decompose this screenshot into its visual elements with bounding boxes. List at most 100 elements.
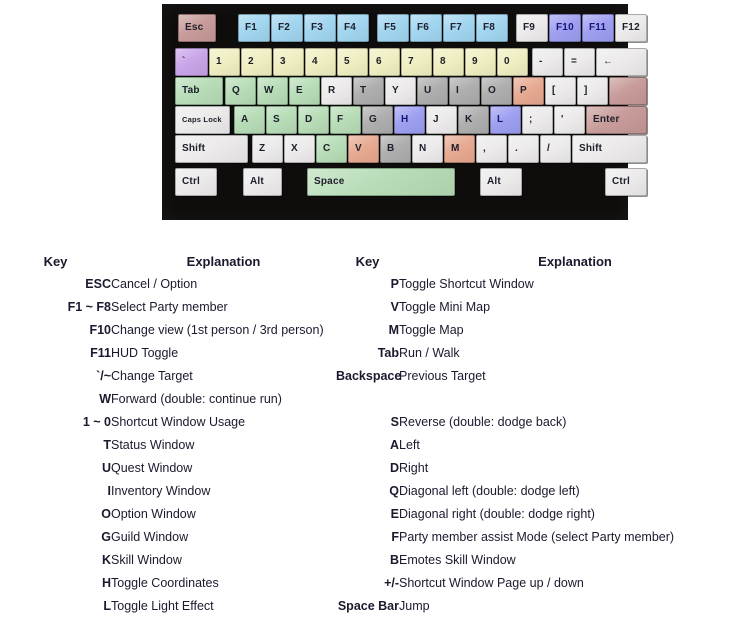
key-1-1-1[interactable]: 1 [209,48,240,76]
key-l-3-9[interactable]: L [490,106,521,134]
key-w-2-2[interactable]: W [257,77,288,105]
key-7-1-7[interactable]: 7 [401,48,432,76]
key-j-3-7[interactable]: J [426,106,457,134]
key-capslock-3-0[interactable]: Caps Lock [175,106,230,134]
key-8-1-8[interactable]: 8 [433,48,464,76]
row-key-left: T [103,438,111,452]
key-sym-1-0[interactable]: ` [175,48,208,76]
key-9-1-9[interactable]: 9 [465,48,496,76]
key-2-1-2[interactable]: 2 [241,48,272,76]
key-e-2-3[interactable]: E [289,77,320,105]
key-x-4-2[interactable]: X [284,135,315,163]
key-f11-0-11[interactable]: F11 [582,14,614,42]
key-g-3-5[interactable]: G [362,106,393,134]
key-b-4-5[interactable]: B [380,135,411,163]
key-4-1-4[interactable]: 4 [305,48,336,76]
key-r-2-4[interactable]: R [321,77,352,105]
key-sym-3-10[interactable]: ; [522,106,553,134]
key-f5-0-5[interactable]: F5 [377,14,409,42]
key-f7-0-7[interactable]: F7 [443,14,475,42]
key-sym-1-11[interactable]: - [532,48,563,76]
key-5-1-5[interactable]: 5 [337,48,368,76]
key-f10-0-10[interactable]: F10 [549,14,581,42]
key-sym-1-13[interactable]: ← [596,48,647,76]
key-label: F5 [384,22,397,33]
key-d-3-3[interactable]: D [298,106,329,134]
key-n-4-6[interactable]: N [412,135,443,163]
key-u-2-7[interactable]: U [417,77,448,105]
key-label: 9 [472,56,478,67]
row-key-right: +/- [384,576,399,590]
key-label: Q [232,85,240,96]
key-f12-0-12[interactable]: F12 [615,14,647,42]
key-shift-4-0[interactable]: Shift [175,135,248,163]
row-key-right: Backspace [336,369,402,383]
key-shift-4-11[interactable]: Shift [572,135,647,163]
key-0-1-10[interactable]: 0 [497,48,528,76]
key-alt-5-1[interactable]: Alt [243,168,282,196]
key-enter-3-12[interactable]: Enter [586,106,647,134]
key-label: V [355,143,362,154]
key-sym-4-8[interactable]: , [476,135,507,163]
table-row: W Forward (double: continue run) [0,388,751,411]
key-c-4-3[interactable]: C [316,135,347,163]
key-label: Z [259,143,266,154]
key-f8-0-8[interactable]: F8 [476,14,508,42]
key-blank-2-13[interactable] [609,77,647,105]
key-f2-0-2[interactable]: F2 [271,14,303,42]
key-o-2-9[interactable]: O [481,77,512,105]
key-f1-0-1[interactable]: F1 [238,14,270,42]
key-label: 6 [376,56,382,67]
key-label: Space [314,176,345,187]
key-label: F9 [523,22,536,33]
row-key-left: O [101,507,111,521]
key-f9-0-9[interactable]: F9 [516,14,548,42]
key-3-1-3[interactable]: 3 [273,48,304,76]
key-label: G [369,114,377,125]
key-m-4-7[interactable]: M [444,135,475,163]
table-row: K Skill Window B Emotes Skill Window [0,549,751,572]
row-explanation-left: Select Party member [111,300,228,314]
row-explanation-right: Jump [399,599,430,613]
key-sym-2-12[interactable]: ] [577,77,608,105]
key-s-3-2[interactable]: S [266,106,297,134]
key-y-2-6[interactable]: Y [385,77,416,105]
row-key-left: L [103,599,111,613]
key-i-2-8[interactable]: I [449,77,480,105]
key-f6-0-6[interactable]: F6 [410,14,442,42]
key-sym-1-12[interactable]: = [564,48,595,76]
table-row: ESC Cancel / Option P Toggle Shortcut Windo… [0,273,751,296]
row-explanation-left: HUD Toggle [111,346,179,360]
key-label: Tab [182,85,200,96]
row-key-left: `/~ [96,369,111,383]
key-esc-0-0[interactable]: Esc [178,14,216,42]
key-alt-5-3[interactable]: Alt [480,168,522,196]
key-tab-2-0[interactable]: Tab [175,77,223,105]
key-sym-4-9[interactable]: . [508,135,539,163]
key-f3-0-3[interactable]: F3 [304,14,336,42]
key-label: F4 [344,22,357,33]
key-ctrl-5-4[interactable]: Ctrl [605,168,647,196]
key-label: 4 [312,56,318,67]
key-sym-2-11[interactable]: [ [545,77,576,105]
key-t-2-5[interactable]: T [353,77,384,105]
key-6-1-6[interactable]: 6 [369,48,400,76]
key-ctrl-5-0[interactable]: Ctrl [175,168,217,196]
key-q-2-1[interactable]: Q [225,77,256,105]
keyboard-row-number-row: ` 1 2 3 4 5 6 7 8 9 0 - = ← [170,48,647,77]
key-space-5-2[interactable]: Space [307,168,455,196]
row-explanation-left: Forward (double: continue run) [111,392,282,406]
key-sym-4-10[interactable]: / [540,135,571,163]
key-f-3-4[interactable]: F [330,106,361,134]
table-row: F1 ~ F8 Select Party member V Toggle Mini M… [0,296,751,319]
key-k-3-8[interactable]: K [458,106,489,134]
key-a-3-1[interactable]: A [234,106,265,134]
key-v-4-4[interactable]: V [348,135,379,163]
key-label: H [401,114,409,125]
key-h-3-6[interactable]: H [394,106,425,134]
key-p-2-10[interactable]: P [513,77,544,105]
key-label: F8 [483,22,496,33]
key-z-4-1[interactable]: Z [252,135,283,163]
key-sym-3-11[interactable]: ' [554,106,585,134]
key-f4-0-4[interactable]: F4 [337,14,369,42]
